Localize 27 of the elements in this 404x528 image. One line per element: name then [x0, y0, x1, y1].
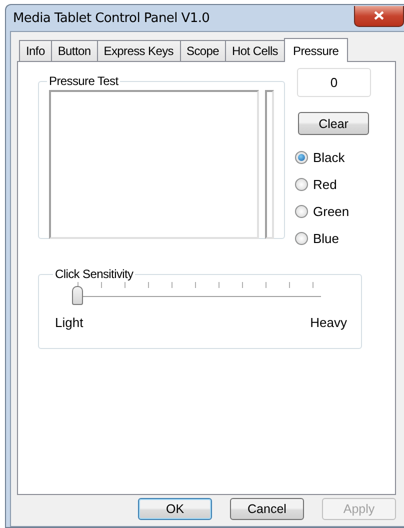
tab[interactable]: Express Keys — [96, 40, 180, 61]
close-button[interactable] — [354, 6, 404, 26]
tab[interactable]: Scope — [180, 40, 226, 61]
radio-button[interactable] — [295, 205, 308, 218]
window-title: Media Tablet Control Panel V1.0 — [13, 10, 210, 26]
max-label: Heavy — [310, 315, 347, 330]
slider-thumb[interactable] — [72, 286, 83, 305]
color-radio[interactable]: Blue — [295, 225, 371, 252]
dialog-button[interactable]: Cancel — [230, 498, 304, 520]
drawing-area[interactable] — [49, 90, 259, 239]
tab[interactable]: Button — [50, 40, 98, 61]
tab[interactable]: Info — [19, 40, 52, 61]
min-label: Light — [55, 315, 84, 330]
color-radio[interactable]: Black — [295, 144, 371, 171]
dialog-button[interactable]: OK — [138, 498, 212, 520]
tab[interactable]: Hot Cells — [225, 40, 286, 61]
group-title: Pressure Test — [48, 74, 120, 88]
radio-button[interactable] — [295, 232, 308, 245]
color-radio[interactable]: Red — [295, 171, 371, 198]
close-icon — [374, 11, 384, 20]
tab[interactable]: Pressure — [284, 38, 348, 62]
clear-button[interactable]: Clear — [298, 112, 369, 135]
pressure-value: 0 — [297, 68, 371, 97]
group-title: Click Sensitivity — [54, 267, 134, 281]
radio-button[interactable] — [295, 178, 308, 191]
radio-button[interactable] — [295, 151, 308, 164]
color-radio[interactable]: Green — [295, 198, 371, 225]
